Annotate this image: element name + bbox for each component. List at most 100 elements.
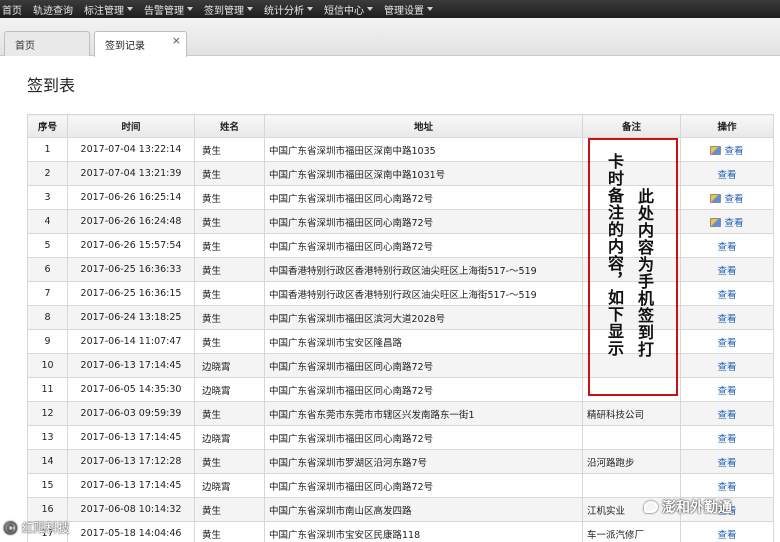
view-link[interactable]: 查看 xyxy=(717,482,736,493)
cell-name: 边晓霄 xyxy=(194,473,265,498)
table-row: 15 2017-06-13 17:14:45 边晓霄 中国广东省深圳市福田区同心南路7… xyxy=(27,473,774,498)
cell-index: 8 xyxy=(27,305,68,330)
logo-icon xyxy=(644,501,658,513)
watermark-right: 澎和外勤通 xyxy=(644,497,732,517)
view-link[interactable]: 查看 xyxy=(717,338,736,349)
cell-time: 2017-06-14 11:07:47 xyxy=(67,329,195,354)
cell-index: 12 xyxy=(27,401,68,426)
view-link[interactable]: 查看 xyxy=(724,218,743,229)
nav-item[interactable]: 轨迹查询 xyxy=(33,2,84,17)
nav-item-label: 轨迹查询 xyxy=(33,5,73,17)
view-link[interactable]: 查看 xyxy=(717,434,736,445)
nav-item[interactable]: 管理设置 xyxy=(384,2,444,17)
nav-item-label: 签到管理 xyxy=(204,5,244,17)
cell-action: 查看 xyxy=(680,353,774,378)
cell-action: 查看 xyxy=(680,161,774,186)
cell-name: 边晓霄 xyxy=(194,425,265,450)
nav-item[interactable]: 签到管理 xyxy=(204,2,264,17)
cell-index: 3 xyxy=(27,185,68,210)
cell-index: 13 xyxy=(27,425,68,450)
cell-index: 2 xyxy=(27,161,68,186)
nav-item[interactable]: 首页 xyxy=(0,2,33,17)
cell-time: 2017-06-13 17:14:45 xyxy=(67,353,195,378)
nav-item[interactable]: 统计分析 xyxy=(264,2,324,17)
cell-index: 5 xyxy=(27,233,68,258)
view-link[interactable]: 查看 xyxy=(717,530,736,541)
cell-name: 边晓霄 xyxy=(194,377,265,402)
table-row: 12 2017-06-03 09:59:39 黄生 中国广东省东莞市东莞市市辖区兴发南… xyxy=(27,401,774,426)
cell-action: 查看 xyxy=(680,449,774,474)
cell-address: 中国广东省深圳市福田区深南中路1035 xyxy=(264,137,583,162)
cell-note xyxy=(582,425,681,450)
view-link[interactable]: 查看 xyxy=(717,362,736,373)
cell-address: 中国广东省深圳市福田区同心南路72号 xyxy=(264,377,583,402)
view-link[interactable]: 查看 xyxy=(724,146,743,157)
cell-action: 查看 xyxy=(680,281,774,306)
cell-note: 精研科技公司 xyxy=(582,401,681,426)
cell-time: 2017-07-04 13:22:14 xyxy=(67,137,195,162)
cell-index: 15 xyxy=(27,473,68,498)
cell-address: 中国广东省深圳市福田区同心南路72号 xyxy=(264,185,583,210)
cell-name: 黄生 xyxy=(194,449,265,474)
nav-item[interactable]: 标注管理 xyxy=(84,2,144,17)
table-row: 13 2017-06-13 17:14:45 边晓霄 中国广东省深圳市福田区同心南路7… xyxy=(27,425,774,450)
view-link[interactable]: 查看 xyxy=(717,266,736,277)
map-pin-icon[interactable] xyxy=(710,217,722,227)
table-row: 17 2017-05-18 14:04:46 黄生 中国广东省深圳市宝安区民康路118… xyxy=(27,521,774,542)
cell-index: 1 xyxy=(27,137,68,162)
cell-action: 查看 xyxy=(680,377,774,402)
cell-name: 黄生 xyxy=(194,233,265,258)
cell-time: 2017-07-04 13:21:39 xyxy=(67,161,195,186)
view-link[interactable]: 查看 xyxy=(717,242,736,253)
map-pin-icon[interactable] xyxy=(710,145,722,155)
cell-index: 11 xyxy=(27,377,68,402)
cell-time: 2017-06-26 16:25:14 xyxy=(67,185,195,210)
cell-name: 黄生 xyxy=(194,137,265,162)
cell-address: 中国香港特别行政区香港特别行政区油尖旺区上海街517-～519 xyxy=(264,257,583,282)
chevron-down-icon xyxy=(187,7,193,11)
chevron-down-icon xyxy=(307,7,313,11)
cell-time: 2017-06-25 16:36:15 xyxy=(67,281,195,306)
view-link[interactable]: 查看 xyxy=(717,386,736,397)
header-action: 操作 xyxy=(680,114,774,138)
cell-name: 黄生 xyxy=(194,185,265,210)
view-link[interactable]: 查看 xyxy=(717,458,736,469)
tab-home[interactable]: 首页 xyxy=(4,31,90,56)
annotation-text-left: 卡时备注的内容，如下显示 xyxy=(605,153,624,357)
cell-name: 黄生 xyxy=(194,497,265,522)
tab-home-label: 首页 xyxy=(15,40,35,52)
cell-name: 黄生 xyxy=(194,305,265,330)
cell-action: 查看 xyxy=(680,473,774,498)
close-icon[interactable]: × xyxy=(172,34,181,47)
view-link[interactable]: 查看 xyxy=(724,194,743,205)
cell-time: 2017-05-18 14:04:46 xyxy=(67,521,195,542)
nav-item-label: 告警管理 xyxy=(144,5,184,17)
cell-address: 中国广东省深圳市福田区同心南路72号 xyxy=(264,209,583,234)
cell-address: 中国广东省深圳市福田区同心南路72号 xyxy=(264,353,583,378)
cell-time: 2017-06-05 14:35:30 xyxy=(67,377,195,402)
cell-index: 4 xyxy=(27,209,68,234)
watermark-right-text: 澎和外勤通 xyxy=(662,500,732,516)
cell-time: 2017-06-26 15:57:54 xyxy=(67,233,195,258)
cell-name: 黄生 xyxy=(194,209,265,234)
cell-name: 黄生 xyxy=(194,257,265,282)
cell-action: 查看 xyxy=(680,257,774,282)
cell-address: 中国广东省深圳市宝安区隆昌路 xyxy=(264,329,583,354)
view-link[interactable]: 查看 xyxy=(717,410,736,421)
cell-address: 中国广东省深圳市福田区深南中路1031号 xyxy=(264,161,583,186)
top-navigation-bar: 首页 轨迹查询 标注管理 告警管理 签到管理 统计分析 短信中心 管理设置 xyxy=(0,0,780,18)
view-link[interactable]: 查看 xyxy=(717,290,736,301)
nav-item-label: 短信中心 xyxy=(324,5,364,17)
cell-action: 查看 xyxy=(680,305,774,330)
tab-checkin-records[interactable]: 签到记录 × xyxy=(94,31,187,57)
cell-name: 边晓霄 xyxy=(194,353,265,378)
view-link[interactable]: 查看 xyxy=(717,170,736,181)
nav-item[interactable]: 告警管理 xyxy=(144,2,204,17)
page-title: 签到表 xyxy=(27,76,76,95)
map-pin-icon[interactable] xyxy=(710,193,722,203)
nav-item[interactable]: 短信中心 xyxy=(324,2,384,17)
view-link[interactable]: 查看 xyxy=(717,314,736,325)
cell-note xyxy=(582,473,681,498)
header-address: 地址 xyxy=(264,114,583,138)
cell-address: 中国广东省深圳市罗湖区沿河东路7号 xyxy=(264,449,583,474)
